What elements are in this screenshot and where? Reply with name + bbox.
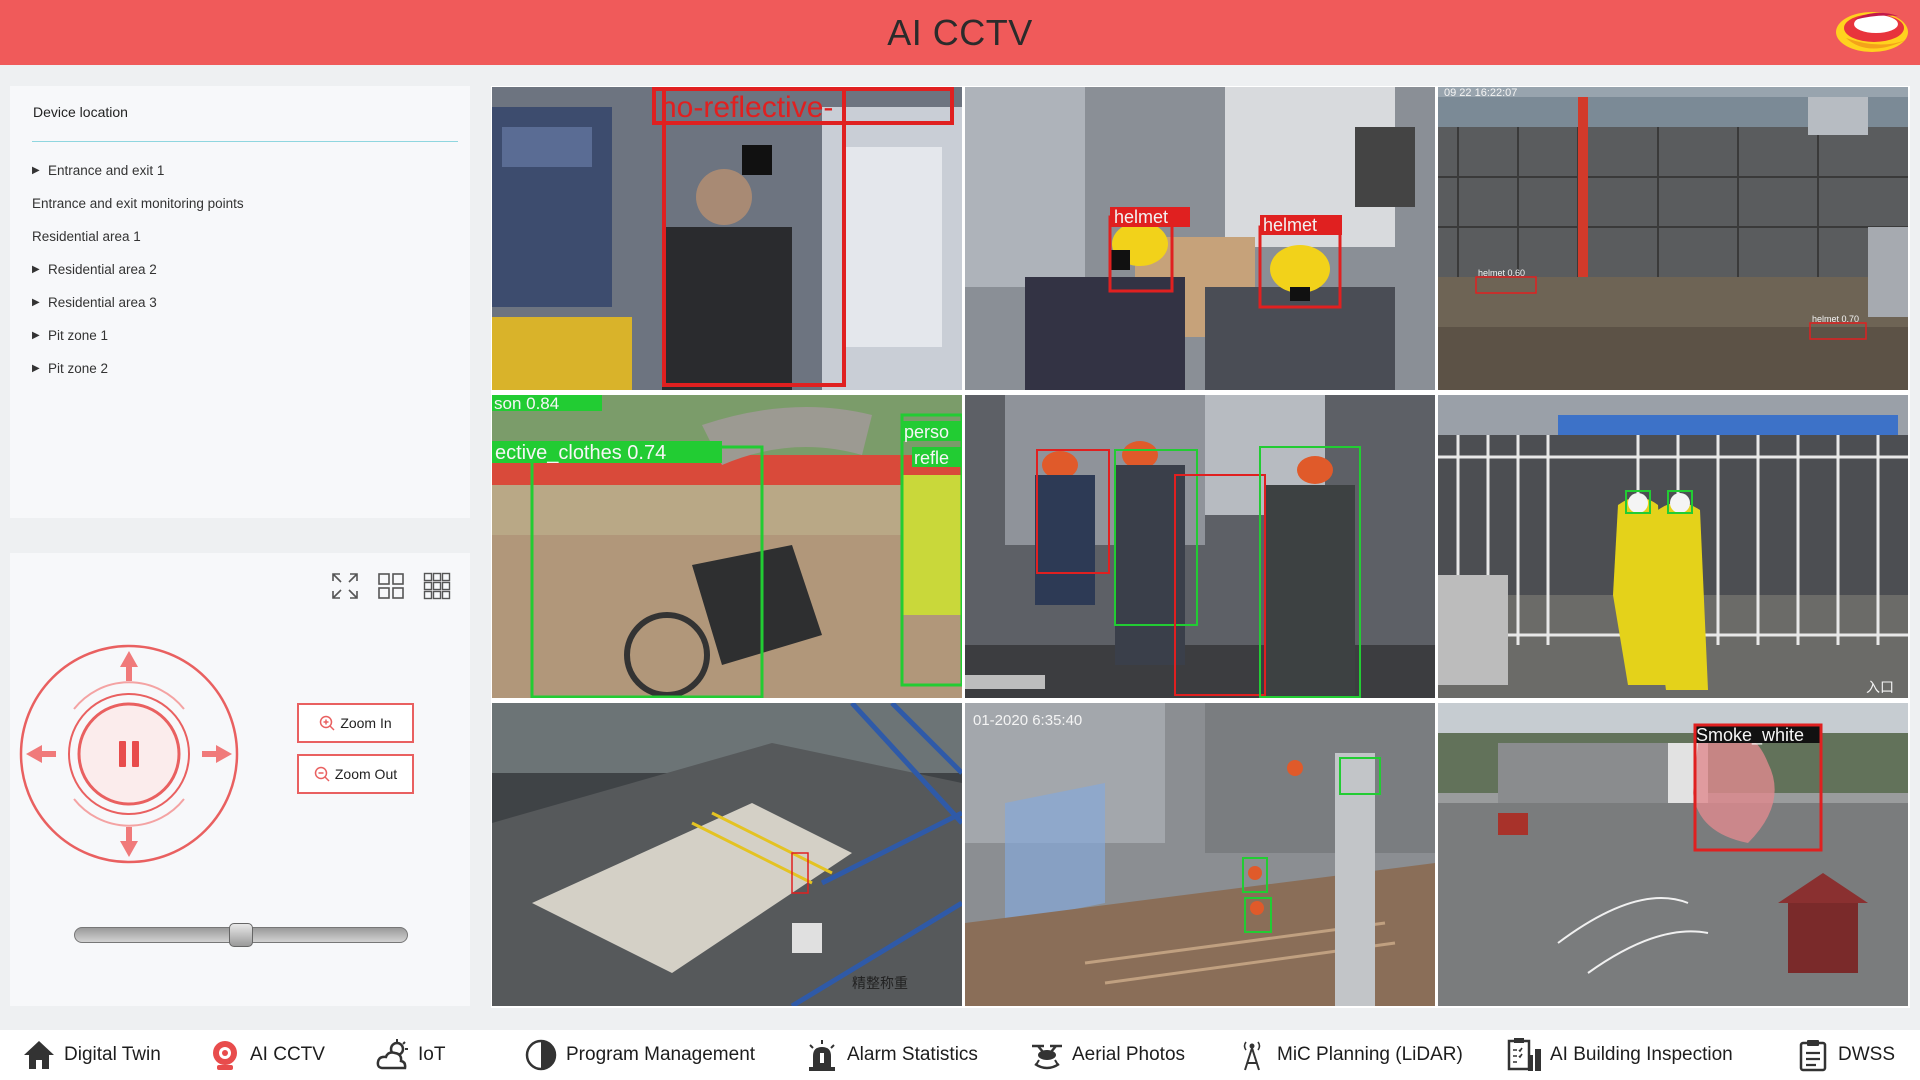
speed-slider[interactable]: [74, 923, 408, 947]
detection-label: refle: [914, 448, 949, 468]
nav-label: Program Management: [566, 1044, 756, 1065]
device-item-label: Residential area 3: [48, 295, 157, 310]
detection-label: helmet 0.60: [1478, 268, 1525, 278]
device-tree: ▶ Entrance and exit 1 Entrance and exit m…: [32, 154, 244, 385]
brand-logo-icon: [1836, 12, 1908, 52]
zoom-out-button[interactable]: Zoom Out: [297, 754, 414, 794]
header-bar: AI CCTV: [0, 0, 1920, 65]
nav-iot[interactable]: IoT: [374, 1030, 445, 1080]
nav-label: MiC Planning (LiDAR): [1277, 1044, 1463, 1065]
device-item-label: Residential area 1: [32, 229, 141, 244]
device-item-label: Entrance and exit monitoring points: [32, 196, 244, 211]
ptz-control-panel: Zoom In Zoom Out: [10, 553, 470, 1006]
camera-feed-4[interactable]: son 0.84 ective_clothes 0.74 perso refle: [492, 395, 962, 698]
nav-alarm-statistics[interactable]: Alarm Statistics: [803, 1030, 978, 1080]
alarm-icon: [803, 1036, 841, 1074]
detection-label: helmet: [1263, 215, 1317, 235]
device-item-residential-1[interactable]: Residential area 1: [32, 220, 244, 253]
nav-label: Aerial Photos: [1072, 1044, 1186, 1065]
clipboard-icon: [1794, 1036, 1832, 1074]
expand-arrow-icon: ▶: [32, 363, 40, 374]
zoom-out-label: Zoom Out: [334, 766, 398, 782]
camera-feed-5[interactable]: [965, 395, 1435, 698]
layout-2x2-button[interactable]: [374, 569, 408, 603]
expand-arrow-icon: ▶: [32, 330, 40, 341]
camera-feed-3[interactable]: 09 22 16:22:07 helmet 0.60 helmet 0.70: [1438, 87, 1908, 390]
camera-location-tag: 精整称重: [852, 975, 908, 991]
camera-timestamp: 09 22 16:22:07: [1444, 87, 1517, 99]
fullscreen-button[interactable]: [328, 569, 362, 603]
device-item-pit-zone-2[interactable]: ▶ Pit zone 2: [32, 352, 244, 385]
device-item-label: Pit zone 1: [48, 328, 109, 343]
cloud-sun-icon: [374, 1036, 412, 1074]
arrow-left-icon: [26, 745, 56, 763]
signal-tower-icon: [1233, 1036, 1271, 1074]
expand-arrow-icon: ▶: [32, 297, 40, 308]
nav-dwss[interactable]: DWSS: [1794, 1030, 1895, 1080]
camera-feed-9[interactable]: Smoke_white: [1438, 703, 1908, 1006]
zoom-in-icon: [320, 715, 335, 731]
drone-icon: [1028, 1036, 1066, 1074]
device-item-label: Residential area 2: [48, 262, 157, 277]
nav-label: Alarm Statistics: [847, 1044, 978, 1065]
nav-ai-building-inspection[interactable]: AI Building Inspection: [1506, 1030, 1733, 1080]
slider-thumb[interactable]: [229, 923, 253, 947]
pie-chart-icon: [522, 1036, 560, 1074]
layout-3x3-button[interactable]: [420, 569, 454, 603]
device-item-label: Pit zone 2: [48, 361, 109, 376]
zoom-in-label: Zoom In: [340, 715, 392, 731]
detection-label: son 0.84: [494, 395, 559, 413]
device-item-residential-2[interactable]: ▶ Residential area 2: [32, 253, 244, 286]
expand-arrow-icon: ▶: [32, 264, 40, 275]
nav-label: AI CCTV: [250, 1044, 325, 1065]
home-icon: [20, 1036, 58, 1074]
grid-2x2-icon: [378, 573, 404, 599]
camera-location-tag: 入口: [1866, 679, 1894, 695]
nav-aerial-photos[interactable]: Aerial Photos: [1028, 1030, 1185, 1080]
camera-icon: [206, 1036, 244, 1074]
nav-ai-cctv[interactable]: AI CCTV: [206, 1030, 325, 1080]
arrow-up-icon: [120, 651, 138, 681]
ptz-direction-pad[interactable]: [14, 639, 244, 869]
grid-3x3-icon: [423, 572, 451, 600]
camera-feed-6[interactable]: 入口: [1438, 395, 1908, 698]
device-item-pit-zone-1[interactable]: ▶ Pit zone 1: [32, 319, 244, 352]
detection-label: helmet 0.70: [1812, 314, 1859, 324]
nav-mic-planning[interactable]: MiC Planning (LiDAR): [1233, 1030, 1463, 1080]
camera-feed-8[interactable]: 01-2020 6:35:40: [965, 703, 1435, 1006]
nav-program-management[interactable]: Program Management: [522, 1030, 755, 1080]
zoom-in-button[interactable]: Zoom In: [297, 703, 414, 743]
nav-label: DWSS: [1838, 1044, 1895, 1065]
device-location-title: Device location: [33, 104, 128, 120]
fullscreen-icon: [332, 573, 358, 599]
nav-digital-twin[interactable]: Digital Twin: [20, 1030, 161, 1080]
device-item-entrance-monitoring[interactable]: Entrance and exit monitoring points: [32, 187, 244, 220]
arrow-right-icon: [202, 745, 232, 763]
page-title: AI CCTV: [887, 11, 1033, 53]
expand-arrow-icon: ▶: [32, 165, 40, 176]
device-item-residential-3[interactable]: ▶ Residential area 3: [32, 286, 244, 319]
zoom-out-icon: [314, 766, 330, 782]
device-item-label: Entrance and exit 1: [48, 163, 165, 178]
detection-label: no-reflective-: [660, 91, 833, 124]
nav-label: IoT: [418, 1044, 446, 1065]
camera-feed-7[interactable]: 精整称重: [492, 703, 962, 1006]
camera-feed-2[interactable]: helmet helmet: [965, 87, 1435, 390]
building-inspection-icon: [1506, 1036, 1544, 1074]
nav-label: Digital Twin: [64, 1044, 161, 1065]
camera-feed-1[interactable]: no-reflective-: [492, 87, 962, 390]
detection-label: ective_clothes 0.74: [495, 442, 666, 464]
camera-timestamp: 01-2020 6:35:40: [973, 712, 1082, 729]
detection-label: perso: [904, 422, 949, 442]
device-location-panel: Device location ▶ Entrance and exit 1 Ent…: [10, 86, 470, 518]
detection-label: Smoke_white: [1696, 725, 1804, 746]
camera-grid: no-reflective- helmet helmet 09 22 16:22…: [491, 86, 1910, 1008]
device-item-entrance-exit-1[interactable]: ▶ Entrance and exit 1: [32, 154, 244, 187]
divider: [32, 141, 458, 142]
nav-label: AI Building Inspection: [1550, 1044, 1733, 1065]
bottom-nav: Digital Twin AI CCTV IoT Program Managem…: [0, 1030, 1920, 1080]
detection-label: helmet: [1114, 207, 1168, 227]
arrow-down-icon: [120, 827, 138, 857]
